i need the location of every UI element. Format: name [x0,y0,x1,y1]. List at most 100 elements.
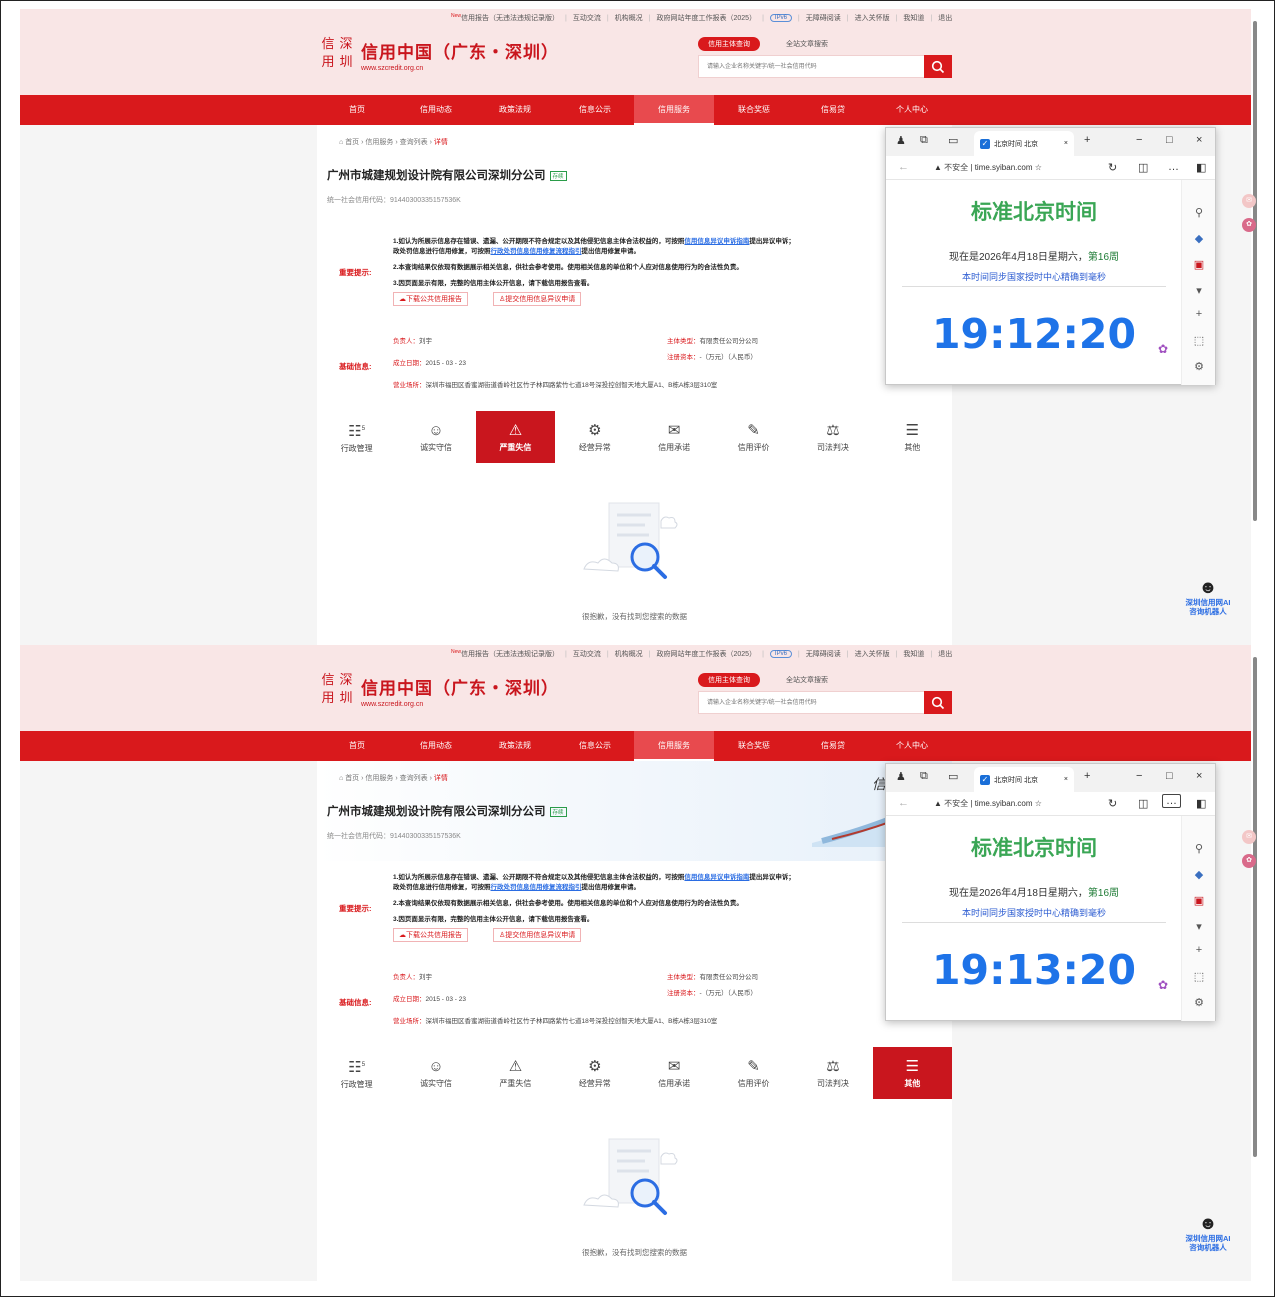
profile-icon[interactable]: ♟ [896,134,906,147]
refresh-icon[interactable]: ↻ [1108,797,1117,810]
page-scrollbar-1[interactable] [1251,9,1259,637]
tab-serious-dishonest[interactable]: ⚠ 严重失信 [476,1047,555,1099]
split-icon[interactable]: ◫ [1138,161,1148,174]
repair-guide-link[interactable]: 行政处罚信息信用修复流程指引 [491,884,582,891]
close-icon[interactable]: × [1196,770,1202,782]
submit-objection-button[interactable]: ♙提交信用信息异议申请 [493,292,582,306]
nav-personal[interactable]: 个人中心 [872,731,952,761]
objection-guide-link[interactable]: 信用信息异议申诉指南 [684,238,749,245]
tab-evaluation[interactable]: ✎ 信用评价 [714,411,793,463]
tab-actions-icon[interactable]: ▭ [948,770,958,783]
search-icon[interactable]: ⚲ [1182,206,1216,219]
address-bar[interactable]: ← ▲ 不安全 | time.syiban.com ☆ ↻ ◫ … ◧ [886,156,1215,180]
profile-icon[interactable]: ♟ [896,770,906,783]
new-tab-icon[interactable]: + [1084,134,1090,146]
nav-policy[interactable]: 政策法规 [475,731,555,761]
top-link-report[interactable]: New信用报告（无违法违规记录版） [451,649,559,659]
star-icon[interactable]: ☆ [1035,799,1042,808]
search-button[interactable] [924,55,952,78]
more-icon[interactable]: … [1168,161,1179,173]
nav-publicity[interactable]: 信息公示 [555,95,635,125]
dropdown-icon[interactable]: ▾ [1182,920,1216,933]
crumb-list[interactable]: 查询列表 [400,139,428,146]
nav-home[interactable]: 首页 [317,95,397,125]
top-link-exit[interactable]: 退出 [938,13,952,23]
submit-objection-button[interactable]: ♙提交信用信息异议申请 [493,928,582,942]
close-tab-icon[interactable]: × [1064,140,1068,147]
close-icon[interactable]: × [1196,134,1202,146]
briefcase-icon[interactable]: ▣ [1182,258,1216,271]
brain-icon[interactable]: ✿ [1158,342,1168,356]
top-link-care[interactable]: 进入关怀版 [855,13,890,23]
download-report-button[interactable]: ☁下载公共信用报告 [393,292,468,306]
side-feedback-icon[interactable]: ✉ [1242,830,1256,844]
top-link-accessibility[interactable]: 无障碍阅读 [806,649,841,659]
settings-icon[interactable]: ⚙ [1182,360,1216,373]
briefcase-icon[interactable]: ▣ [1182,894,1216,907]
refresh-icon[interactable]: ↻ [1108,161,1117,174]
url-text[interactable]: time.syiban.com [975,163,1033,172]
back-icon[interactable]: ← [898,797,909,809]
nav-loan[interactable]: 信易贷 [793,731,873,761]
tab-judicial[interactable]: ⚖ 司法判决 [793,1047,872,1099]
crumb-home[interactable]: 首页 [345,139,359,146]
add-icon[interactable]: + [1182,308,1216,320]
nav-loan[interactable]: 信易贷 [793,95,873,125]
top-link-org[interactable]: 机构概况 [615,13,643,23]
split-icon[interactable]: ◫ [1138,797,1148,810]
tab-admin[interactable]: ☷5 行政管理 [317,411,396,463]
new-tab-icon[interactable]: + [1084,770,1090,782]
top-link-care[interactable]: 进入关怀版 [855,649,890,659]
search-input[interactable] [699,56,924,77]
nav-home[interactable]: 首页 [317,731,397,761]
top-link-know[interactable]: 我知道 [903,649,924,659]
minimize-icon[interactable]: − [1136,134,1142,146]
popup-tab[interactable]: ✓ 北京时间 北京 × [974,767,1074,792]
side-brain-icon[interactable]: ✿ [1242,854,1256,868]
nav-rewards[interactable]: 联合奖惩 [714,731,794,761]
maximize-icon[interactable]: □ [1166,770,1173,782]
nav-publicity[interactable]: 信息公示 [555,731,635,761]
site-logo[interactable]: 信深用圳 信用中国（广东・深圳） www.szcredit.org.cn [319,673,559,709]
tab-other[interactable]: ☰ 其他 [873,411,952,463]
extensions-icon[interactable]: ⧉ [920,770,928,783]
url-text[interactable]: time.syiban.com [975,799,1033,808]
repair-guide-link[interactable]: 行政处罚信息信用修复流程指引 [491,248,582,255]
close-tab-icon[interactable]: × [1064,776,1068,783]
nav-credit-service[interactable]: 信用服务 [634,95,714,125]
crumb-home[interactable]: 首页 [345,775,359,782]
top-link-annual[interactable]: 政府网站年度工作报表（2025） [657,13,757,23]
top-link-interact[interactable]: 互动交流 [573,649,601,659]
site-logo[interactable]: 信深用圳 信用中国（广东・深圳） www.szcredit.org.cn [319,37,559,73]
search-icon[interactable]: ⚲ [1182,842,1216,855]
search-tab-article[interactable]: 全站文章搜索 [776,673,838,687]
nav-news[interactable]: 信用动态 [396,731,476,761]
tab-admin[interactable]: ☷5 行政管理 [317,1047,396,1099]
address-bar[interactable]: ← ▲ 不安全 | time.syiban.com ☆ ↻ ◫ … ◧ [886,792,1215,816]
side-brain-icon[interactable]: ✿ [1242,218,1256,232]
tag-icon[interactable]: ◆ [1182,868,1216,881]
download-report-button[interactable]: ☁下载公共信用报告 [393,928,468,942]
tab-abnormal[interactable]: ⚙ 经营异常 [555,411,634,463]
top-link-accessibility[interactable]: 无障碍阅读 [806,13,841,23]
screenshot-icon[interactable]: ⬚ [1182,334,1216,347]
search-tab-entity[interactable]: 信用主体查询 [698,37,760,51]
screenshot-icon[interactable]: ⬚ [1182,970,1216,983]
ai-chatbot-2[interactable]: ☻ 深圳信用网AI 咨询机器人 [1167,1212,1249,1252]
sidebar-toggle-icon[interactable]: ◧ [1196,161,1206,174]
add-icon[interactable]: + [1182,944,1216,956]
search-tab-article[interactable]: 全站文章搜索 [776,37,838,51]
top-link-interact[interactable]: 互动交流 [573,13,601,23]
popup-tab[interactable]: ✓ 北京时间 北京 × [974,131,1074,156]
tab-evaluation[interactable]: ✎ 信用评价 [714,1047,793,1099]
tab-judicial[interactable]: ⚖ 司法判决 [793,411,872,463]
dropdown-icon[interactable]: ▾ [1182,284,1216,297]
tab-actions-icon[interactable]: ▭ [948,134,958,147]
ai-chatbot-1[interactable]: ☻ 深圳信用网AI 咨询机器人 [1167,576,1249,616]
top-link-org[interactable]: 机构概况 [615,649,643,659]
nav-policy[interactable]: 政策法规 [475,95,555,125]
top-link-report[interactable]: New信用报告（无违法违规记录版） [451,13,559,23]
nav-rewards[interactable]: 联合奖惩 [714,95,794,125]
tab-serious-dishonest[interactable]: ⚠ 严重失信 [475,411,556,463]
crumb-service[interactable]: 信用服务 [365,775,393,782]
